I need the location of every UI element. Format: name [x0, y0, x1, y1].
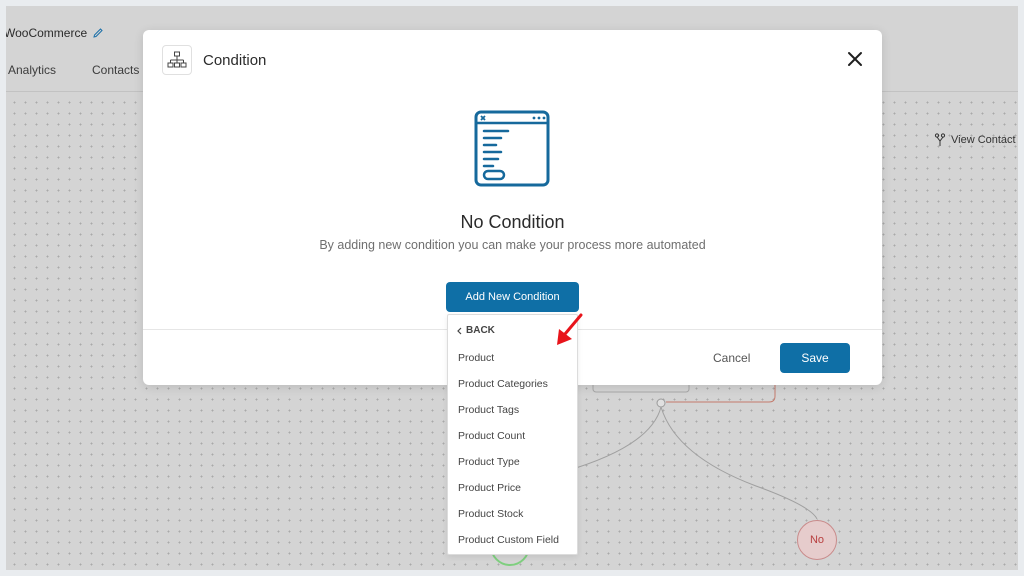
dropdown-item-product-categories[interactable]: Product Categories: [458, 378, 548, 390]
dropdown-item-product-tags[interactable]: Product Tags: [458, 404, 519, 416]
close-icon[interactable]: [846, 50, 864, 68]
modal-title: Condition: [203, 52, 267, 69]
flow-no-branch: [660, 406, 818, 520]
branch-icon: [934, 133, 946, 146]
add-new-condition-button[interactable]: Add New Condition: [446, 282, 579, 312]
dropdown-item-product-count[interactable]: Product Count: [458, 430, 525, 442]
dropdown-item-product-stock[interactable]: Product Stock: [458, 508, 523, 520]
cancel-button[interactable]: Cancel: [713, 351, 750, 365]
save-button[interactable]: Save: [780, 343, 850, 373]
dropdown-item-product[interactable]: Product: [458, 352, 494, 364]
chevron-left-icon: [457, 327, 462, 334]
dropdown-item-product-price[interactable]: Product Price: [458, 482, 521, 494]
flow-junction-dot: [656, 398, 666, 408]
dropdown-item-product-custom-field[interactable]: Product Custom Field: [458, 534, 559, 546]
condition-dropdown: BACK Product Product Categories Product …: [447, 314, 578, 555]
dropdown-back-label: BACK: [466, 325, 495, 336]
view-contact-journey[interactable]: View Contact J: [934, 133, 1018, 147]
dropdown-item-product-type[interactable]: Product Type: [458, 456, 520, 468]
no-node-label: No: [809, 534, 825, 546]
code-window-icon: [474, 110, 550, 187]
sitemap-icon: [162, 45, 192, 75]
flow-yes-branch: [565, 406, 662, 472]
view-contact-label: View Contact J: [951, 134, 1018, 146]
red-arrow-annotation: [557, 313, 583, 345]
dropdown-back-button[interactable]: BACK: [456, 325, 495, 336]
no-node[interactable]: No: [797, 520, 837, 560]
empty-state-title: No Condition: [460, 212, 565, 232]
empty-state-subtitle: By adding new condition you can make you…: [319, 238, 706, 252]
